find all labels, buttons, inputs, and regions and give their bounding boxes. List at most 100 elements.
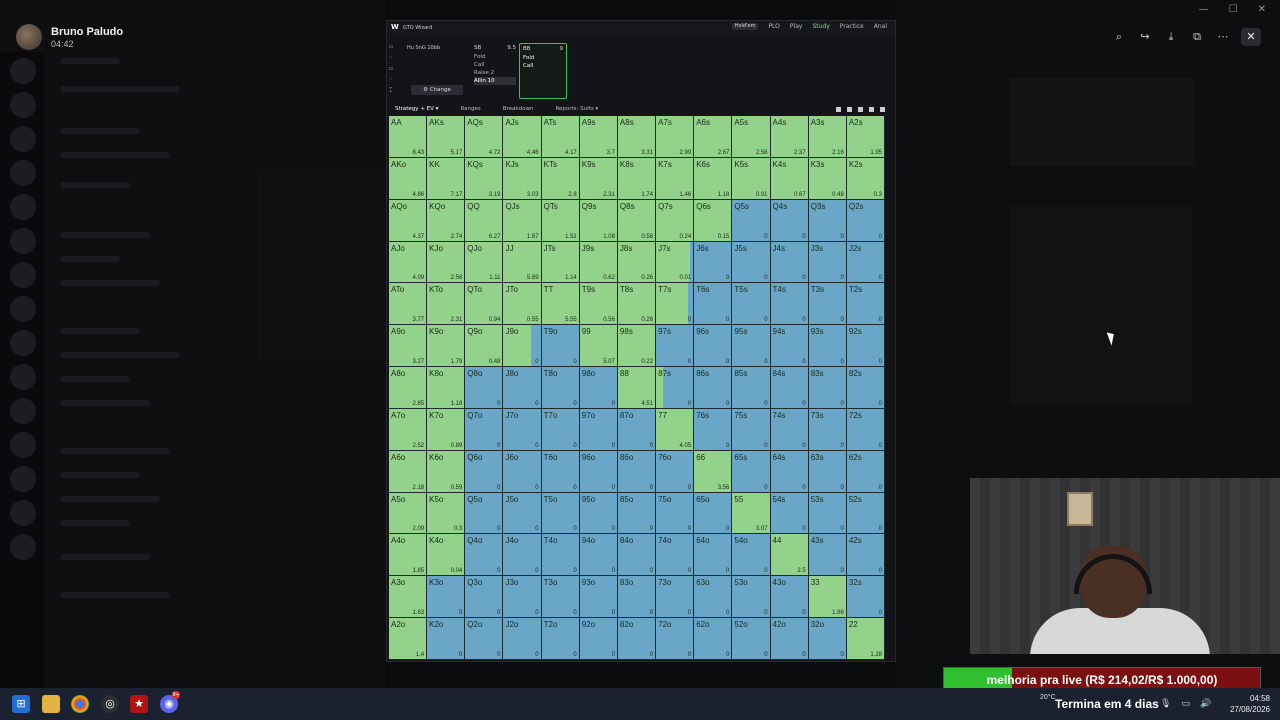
hand-cell[interactable]: Q4o 0 — [465, 534, 504, 577]
hand-cell[interactable]: A9o 3.27 — [389, 325, 428, 368]
hand-cell[interactable]: T9o 0 — [541, 325, 580, 368]
hand-cell[interactable]: 87o 0 — [617, 408, 657, 451]
tab-strategy-ev[interactable]: Strategy + EV ▾ — [395, 106, 438, 112]
hand-cell[interactable]: JJ 5.89 — [503, 241, 542, 284]
hand-cell[interactable]: T4o 0 — [541, 534, 580, 577]
hand-cell[interactable]: Q4s 0 — [770, 199, 809, 242]
hand-cell[interactable]: T8s 0.26 — [617, 283, 657, 326]
side-icon-3[interactable]: ▫ — [389, 65, 399, 72]
hand-cell[interactable]: AJs 4.46 — [503, 116, 542, 158]
hand-cell[interactable]: 42s 0 — [846, 534, 885, 577]
hand-cell[interactable]: AQs 4.72 — [465, 116, 504, 158]
hand-cell[interactable]: QJo 1.11 — [465, 241, 504, 284]
hand-cell[interactable]: J5o 0 — [503, 492, 542, 535]
hand-cell[interactable]: 44 2.5 — [770, 534, 809, 577]
hand-cell[interactable]: 86s 0 — [694, 367, 733, 409]
system-clock[interactable]: 04:58 27/08/2026 — [1230, 693, 1270, 715]
hand-cell[interactable]: T5o 0 — [541, 492, 580, 535]
hand-cell[interactable]: K8o 1.18 — [427, 367, 466, 409]
hand-cell[interactable]: KTo 2.31 — [427, 283, 466, 326]
hand-cell[interactable]: 84o 0 — [617, 534, 657, 577]
hand-cell[interactable]: 93o 0 — [579, 576, 618, 619]
hand-cell[interactable]: J7s 0.01 — [656, 241, 695, 284]
hand-cell[interactable]: Q6o 0 — [465, 450, 504, 493]
windows-start-icon[interactable]: ⊞ — [12, 695, 30, 713]
hand-cell[interactable]: A4s 2.37 — [770, 116, 809, 158]
nav-practice[interactable]: Practice — [840, 23, 864, 30]
pokerstars-icon[interactable]: ★ — [130, 695, 148, 713]
hand-cell[interactable]: 32o 0 — [808, 618, 847, 660]
hand-cell[interactable]: T6o 0 — [541, 450, 580, 493]
hand-cell[interactable]: 43s 0 — [808, 534, 847, 577]
change-button[interactable]: ⚙ Change — [411, 85, 463, 95]
hand-cell[interactable]: A5o 2.09 — [389, 492, 428, 535]
hand-cell[interactable]: Q5s 0 — [732, 199, 771, 242]
tab-reports[interactable]: Reports: Suits ▾ — [555, 106, 598, 112]
nav-play[interactable]: Play — [790, 23, 803, 30]
hand-cell[interactable]: 66 3.56 — [694, 450, 733, 493]
side-icon-1[interactable]: ▫ — [389, 43, 399, 50]
hand-cell[interactable]: T7s 0 — [656, 283, 695, 326]
hand-cell[interactable]: JTo 0.55 — [503, 283, 542, 326]
download-icon[interactable]: ⤓ — [1164, 30, 1178, 44]
more-icon[interactable]: ⋯ — [1216, 30, 1230, 44]
hand-cell[interactable]: T4s 0 — [770, 283, 809, 326]
hand-cell[interactable]: Q9o 0.48 — [465, 325, 504, 368]
hand-cell[interactable]: K3s 0.48 — [808, 157, 847, 200]
hand-cell[interactable]: 72s 0 — [846, 408, 885, 451]
hand-cell[interactable]: A8o 2.85 — [389, 367, 428, 409]
hand-cell[interactable]: A7o 2.52 — [389, 408, 428, 451]
hand-cell[interactable]: K9s 2.31 — [579, 157, 618, 200]
hand-cell[interactable]: K6s 1.18 — [694, 157, 733, 200]
action-fold[interactable]: Fold — [523, 54, 563, 62]
hand-cell[interactable]: T5s 0 — [732, 283, 771, 326]
hand-cell[interactable]: T6s 0 — [694, 283, 733, 326]
hand-cell[interactable]: 77 4.05 — [656, 408, 695, 451]
hand-cell[interactable]: 43o 0 — [770, 576, 809, 619]
action-raise[interactable]: Raise 2 — [474, 69, 516, 77]
hand-cell[interactable]: T7o 0 — [541, 408, 580, 451]
hand-cell[interactable]: J8o 0 — [503, 367, 542, 409]
hand-cell[interactable]: 94s 0 — [770, 325, 809, 368]
hand-cell[interactable]: QTs 1.51 — [541, 199, 580, 242]
hand-cell[interactable]: J7o 0 — [503, 408, 542, 451]
hand-cell[interactable]: J2o 0 — [503, 618, 542, 660]
hand-cell[interactable]: 64o 0 — [694, 534, 733, 577]
hand-cell[interactable]: KJs 3.03 — [503, 157, 542, 200]
mic-icon[interactable]: 🎙 — [1160, 699, 1171, 709]
hand-cell[interactable]: K7o 0.89 — [427, 408, 466, 451]
hand-cell[interactable]: A9s 3.7 — [579, 116, 618, 158]
hand-cell[interactable]: J2s 0 — [846, 241, 885, 284]
hand-cell[interactable]: QQ 6.27 — [465, 199, 504, 242]
hand-cell[interactable]: 76o 0 — [656, 450, 695, 493]
hand-cell[interactable]: Q8o 0 — [465, 367, 504, 409]
hand-cell[interactable]: 82s 0 — [846, 367, 885, 409]
hand-cell[interactable]: 76s 0 — [694, 408, 733, 451]
hand-cell[interactable]: 98s 0.22 — [617, 325, 657, 368]
hand-cell[interactable]: 83s 0 — [808, 367, 847, 409]
hand-cell[interactable]: 95s 0 — [732, 325, 771, 368]
hand-cell[interactable]: Q5o 0 — [465, 492, 504, 535]
view-icon-5[interactable] — [880, 106, 885, 112]
hand-cell[interactable]: J4s 0 — [770, 241, 809, 284]
nav-plo[interactable]: PLO — [768, 23, 779, 30]
hand-cell[interactable]: K2o 0 — [427, 618, 466, 660]
hand-cell[interactable]: 52o 0 — [732, 618, 771, 660]
hand-cell[interactable]: J8s 0.26 — [617, 241, 657, 284]
hand-cell[interactable]: A6s 2.67 — [694, 116, 733, 158]
display-icon[interactable]: ▭ — [1181, 699, 1190, 709]
hand-cell[interactable]: ATs 4.17 — [541, 116, 580, 158]
nav-holdem[interactable]: Hold'em — [731, 23, 759, 30]
hand-cell[interactable]: 64s 0 — [770, 450, 809, 493]
hand-cell[interactable]: 22 1.28 — [846, 618, 885, 660]
hand-cell[interactable]: J6s 0 — [694, 241, 733, 284]
hand-cell[interactable]: 62s 0 — [846, 450, 885, 493]
hand-cell[interactable]: QTo 0.94 — [465, 283, 504, 326]
action-column-sb[interactable]: SB 9.5 Fold Call Raise 2 Allin 10 — [471, 43, 519, 99]
weather-widget[interactable]: 20°C — [1040, 694, 1056, 701]
action-call[interactable]: Call — [523, 62, 563, 70]
action-call[interactable]: Call — [474, 61, 516, 69]
hand-cell[interactable]: 65o 0 — [694, 492, 733, 535]
hand-cell[interactable]: 55 3.07 — [732, 492, 771, 535]
hand-cell[interactable]: 87s 0 — [656, 367, 695, 409]
